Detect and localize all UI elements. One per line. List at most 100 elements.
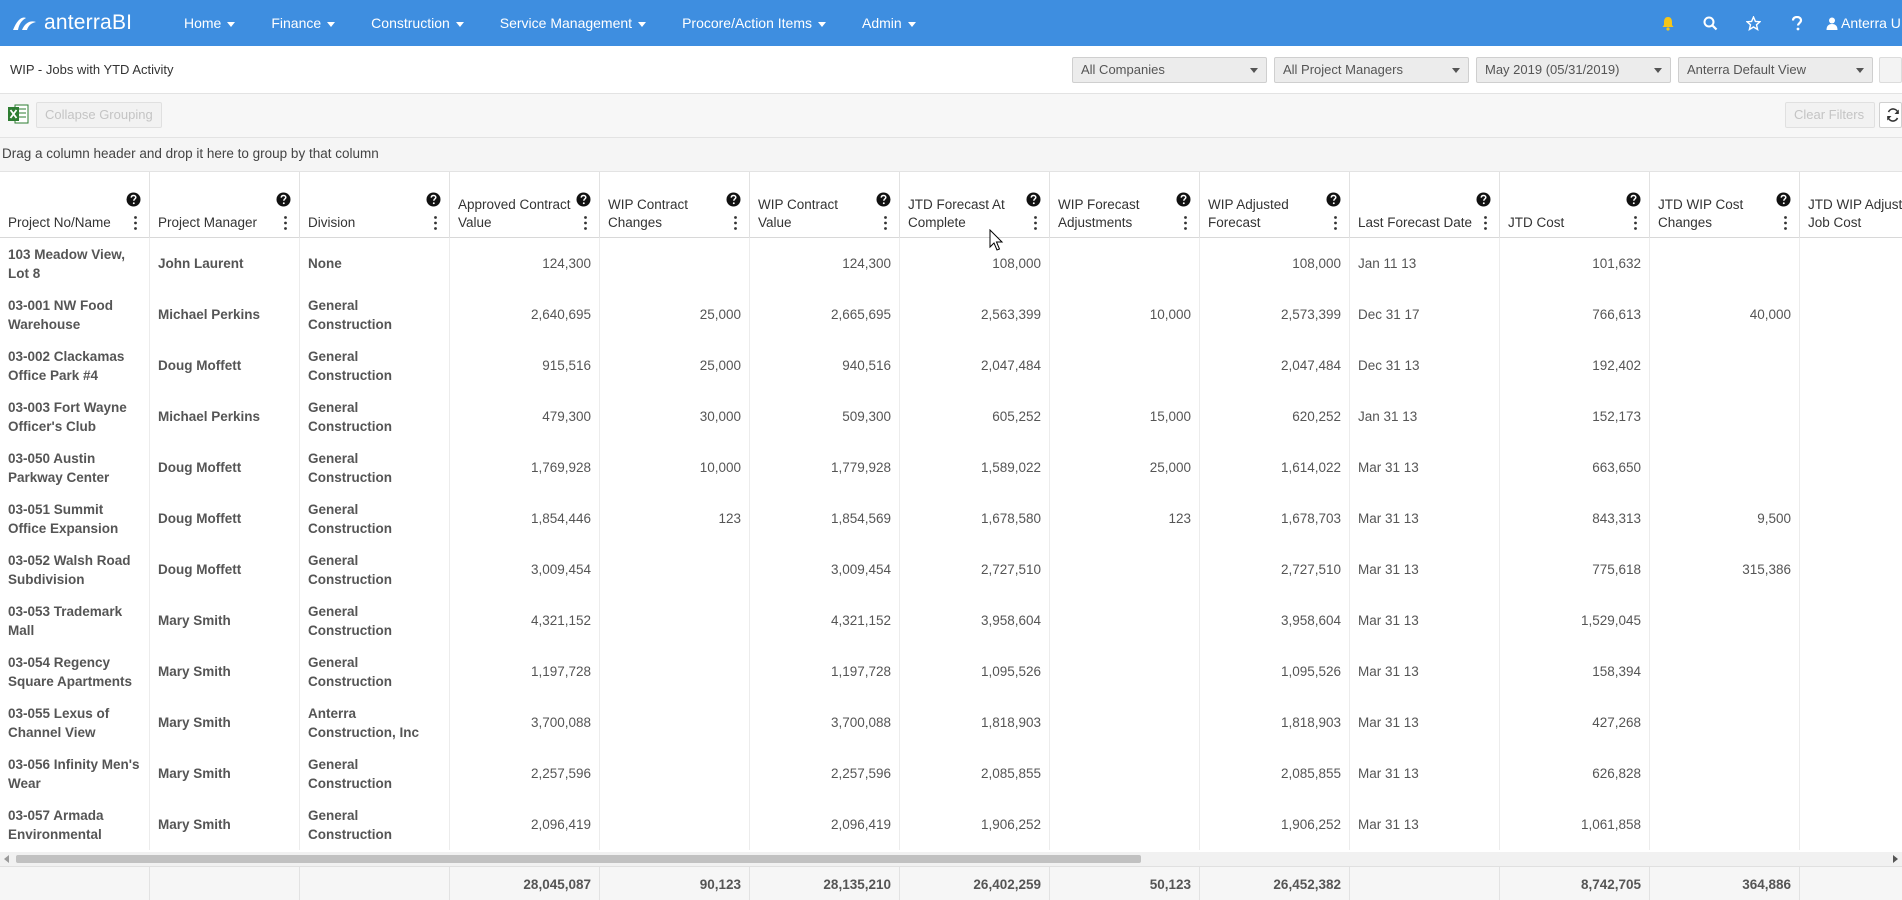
table-cell: Mary Smith [150, 799, 300, 850]
period-select[interactable]: May 2019 (05/31/2019) [1476, 57, 1671, 83]
column-header[interactable]: WIP Contract Changes [600, 172, 750, 238]
column-menu-icon[interactable] [884, 216, 887, 230]
column-menu-icon[interactable] [734, 216, 737, 230]
table-cell [600, 748, 750, 799]
column-header-label: JTD Cost [1508, 215, 1565, 230]
column-menu-icon[interactable] [434, 216, 437, 230]
help-circle-icon[interactable] [1026, 192, 1041, 207]
table-cell: Mary Smith [150, 646, 300, 697]
column-header[interactable]: JTD Cost [1500, 172, 1650, 238]
column-header[interactable]: JTD WIP Adjusted Job Cost [1800, 172, 1902, 238]
export-excel-button[interactable] [6, 102, 30, 126]
table-cell: 03-056 Infinity Men's Wear [0, 748, 150, 799]
column-header[interactable]: JTD Forecast At Complete [900, 172, 1050, 238]
column-header[interactable]: WIP Contract Value [750, 172, 900, 238]
save-view-button[interactable] [1879, 57, 1902, 83]
column-menu-icon[interactable] [1334, 216, 1337, 230]
company-select[interactable]: All Companies [1072, 57, 1267, 83]
column-menu-icon[interactable] [1634, 216, 1637, 230]
help-circle-icon[interactable] [1176, 192, 1191, 207]
scroll-right-arrow-icon[interactable] [1893, 855, 1898, 863]
table-cell [1050, 748, 1200, 799]
help-circle-icon[interactable] [1626, 192, 1641, 207]
total-cell [1350, 867, 1500, 900]
table-row[interactable]: 03-051 Summit Office Expansion Doug Moffe… [0, 493, 1902, 544]
column-header[interactable]: Project No/Name [0, 172, 150, 238]
refresh-button[interactable] [1879, 102, 1902, 128]
column-header[interactable]: JTD WIP Cost Changes [1650, 172, 1800, 238]
column-menu-icon[interactable] [134, 216, 137, 230]
help-circle-icon[interactable] [1476, 192, 1491, 207]
help-circle-icon[interactable] [726, 192, 741, 207]
table-cell: 509,300 [750, 391, 900, 442]
column-header[interactable]: WIP Forecast Adjustments [1050, 172, 1200, 238]
column-menu-icon[interactable] [584, 216, 587, 230]
table-cell: 2,257,596 [450, 748, 600, 799]
table-row[interactable]: 03-055 Lexus of Channel View Mary Smith An… [0, 697, 1902, 748]
horizontal-scrollbar[interactable] [0, 852, 1902, 866]
table-cell: 2,096,419 [450, 799, 600, 850]
table-row[interactable]: 03-001 NW Food Warehouse Michael Perkins G… [0, 289, 1902, 340]
help-circle-icon[interactable] [576, 192, 591, 207]
brand-logo[interactable]: anterraBI [0, 11, 166, 35]
scroll-left-arrow-icon[interactable] [4, 855, 9, 863]
table-cell: 663,650 [1500, 442, 1650, 493]
table-cell [600, 799, 750, 850]
table-cell: Dec 31 17 [1350, 289, 1500, 340]
column-menu-icon[interactable] [284, 216, 287, 230]
notifications-button[interactable] [1646, 0, 1689, 46]
help-circle-icon[interactable] [426, 192, 441, 207]
table-cell: 2,563,399 [900, 289, 1050, 340]
grid-header: Project No/Name Project Manager Division Ap… [0, 172, 1902, 238]
menu-admin[interactable]: Admin [844, 0, 934, 46]
menu-service-management-label: Service Management [499, 15, 633, 31]
help-button[interactable] [1775, 0, 1818, 46]
search-button[interactable] [1689, 0, 1732, 46]
column-menu-icon[interactable] [1784, 216, 1787, 230]
group-by-drop-zone[interactable]: Drag a column header and drop it here to… [0, 138, 1902, 172]
table-cell: 25,000 [600, 340, 750, 391]
table-cell: Mar 31 13 [1350, 646, 1500, 697]
clear-filters-button[interactable]: Clear Filters [1785, 102, 1875, 128]
table-row[interactable]: 03-054 Regency Square Apartments Mary Smi… [0, 646, 1902, 697]
help-circle-icon[interactable] [1776, 192, 1791, 207]
user-menu[interactable]: Anterra U [1818, 15, 1902, 31]
column-header-label: WIP Contract Changes [608, 197, 689, 230]
table-row[interactable]: 03-050 Austin Parkway Center Doug Moffett… [0, 442, 1902, 493]
collapse-grouping-button[interactable]: Collapse Grouping [36, 102, 162, 128]
help-circle-icon[interactable] [276, 192, 291, 207]
column-header[interactable]: Last Forecast Date [1350, 172, 1500, 238]
table-row[interactable]: 03-057 Armada Environmental Mary Smith Gen… [0, 799, 1902, 850]
table-cell: Dec 31 13 [1350, 340, 1500, 391]
view-select[interactable]: Anterra Default View [1678, 57, 1873, 83]
table-row[interactable]: 03-052 Walsh Road Subdivision Doug Moffet… [0, 544, 1902, 595]
column-header[interactable]: Project Manager [150, 172, 300, 238]
menu-home[interactable]: Home [166, 0, 253, 46]
column-menu-icon[interactable] [1034, 216, 1037, 230]
column-header[interactable]: Approved Contract Value [450, 172, 600, 238]
table-cell: 158,394 [1500, 646, 1650, 697]
help-circle-icon[interactable] [1326, 192, 1341, 207]
menu-service-management[interactable]: Service Management [482, 0, 664, 46]
menu-finance[interactable]: Finance [253, 0, 353, 46]
table-cell: 30,000 [600, 391, 750, 442]
total-cell: 50,123 [1050, 867, 1200, 900]
menu-procore-action-items[interactable]: Procore/Action Items [664, 0, 844, 46]
favorites-button[interactable] [1732, 0, 1775, 46]
column-menu-icon[interactable] [1484, 216, 1487, 230]
column-header[interactable]: WIP Adjusted Forecast [1200, 172, 1350, 238]
table-row[interactable]: 03-003 Fort Wayne Officer's Club Michael … [0, 391, 1902, 442]
column-header-label: WIP Forecast Adjustments [1058, 197, 1140, 230]
help-circle-icon[interactable] [876, 192, 891, 207]
table-row[interactable]: 03-053 Trademark Mall Mary Smith General C… [0, 595, 1902, 646]
column-header[interactable]: Division [300, 172, 450, 238]
scrollbar-thumb[interactable] [16, 855, 1141, 863]
project-manager-select[interactable]: All Project Managers [1274, 57, 1469, 83]
help-circle-icon[interactable] [126, 192, 141, 207]
table-row[interactable]: 103 Meadow View, Lot 8 John Laurent None 12… [0, 238, 1902, 289]
column-menu-icon[interactable] [1184, 216, 1187, 230]
column-header-label: Last Forecast Date [1358, 215, 1473, 230]
table-row[interactable]: 03-002 Clackamas Office Park #4 Doug Moff… [0, 340, 1902, 391]
menu-construction[interactable]: Construction [353, 0, 482, 46]
table-row[interactable]: 03-056 Infinity Men's Wear Mary Smith Gene… [0, 748, 1902, 799]
